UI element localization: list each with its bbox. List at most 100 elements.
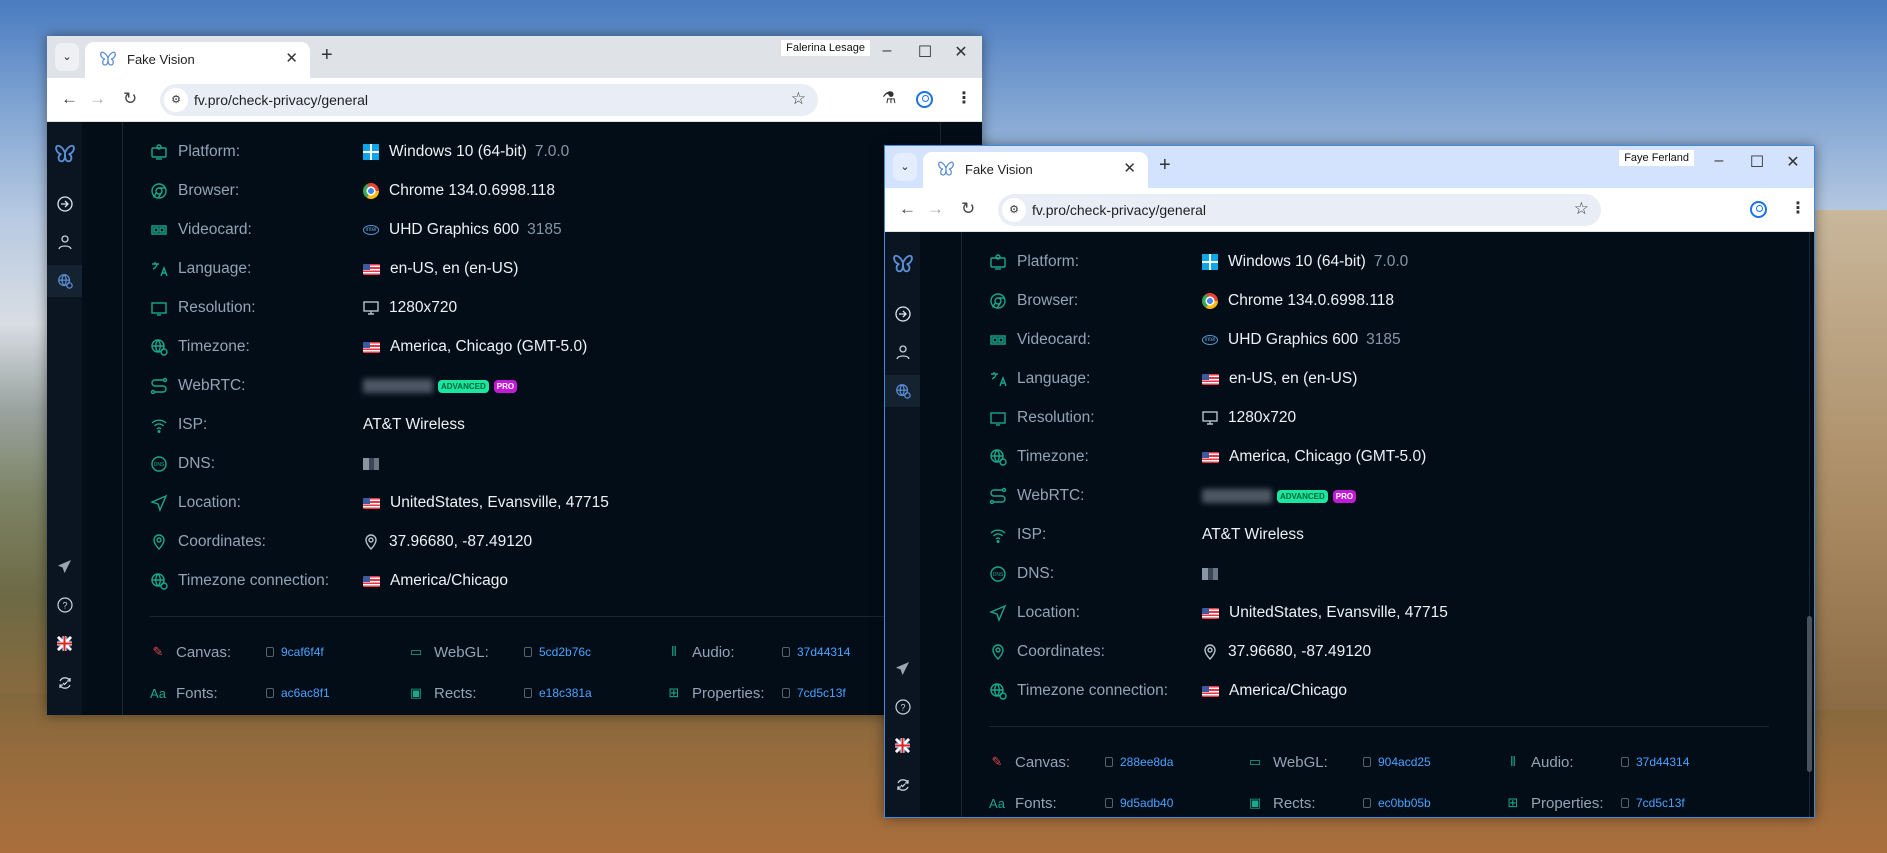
browser-tab[interactable]: Fake Vision ✕ xyxy=(85,42,310,78)
webrtc-ip-blurred xyxy=(1202,489,1272,503)
webrtc-ip-blurred xyxy=(363,379,433,393)
back-button[interactable]: ← xyxy=(61,89,78,109)
site-info-icon[interactable]: ⚙ xyxy=(1002,198,1026,222)
sidebar-user-button[interactable] xyxy=(885,336,920,368)
info-row-location: Location: UnitedStates, Evansville, 47715 xyxy=(962,601,1809,625)
fingerprint-fonts: Aa Fonts: 9d5adb40 xyxy=(989,793,1239,813)
fingerprint-hash[interactable]: 7cd5c13f xyxy=(1636,796,1685,810)
sidebar-globe-clock-button[interactable] xyxy=(47,265,82,297)
reload-button[interactable]: ↻ xyxy=(961,199,975,219)
row-value: America, Chicago (GMT-5.0) xyxy=(363,338,587,356)
labs-flask-icon[interactable]: ⚗ xyxy=(882,88,896,108)
address-bar[interactable]: ⚙ fv.pro/check-privacy/general ☆ xyxy=(160,84,818,116)
address-bar[interactable]: ⚙ fv.pro/check-privacy/general ☆ xyxy=(998,194,1601,226)
forward-button[interactable]: → xyxy=(89,89,106,109)
copy-icon[interactable] xyxy=(524,647,532,657)
site-info-icon[interactable]: ⚙ xyxy=(164,88,188,112)
sidebar-help-button[interactable]: ? xyxy=(885,691,920,723)
bookmark-star-icon[interactable]: ☆ xyxy=(791,89,806,109)
value-text: en-US, en (en-US) xyxy=(390,260,519,277)
fingerprint-hash[interactable]: 288ee8da xyxy=(1120,755,1173,769)
sidebar-uk-flag-button[interactable] xyxy=(885,729,920,761)
new-tab-button[interactable]: + xyxy=(321,44,333,67)
us-flag-icon xyxy=(1202,685,1219,697)
url-text[interactable]: fv.pro/check-privacy/general xyxy=(194,92,368,108)
row-label: ISP: xyxy=(1017,526,1047,543)
menu-dots-icon[interactable]: ⋮ xyxy=(956,88,972,108)
navigation-arrow-icon xyxy=(150,494,168,512)
svg-text:?: ? xyxy=(62,601,67,611)
tab-close-button[interactable]: ✕ xyxy=(285,49,298,67)
fingerprint-hash[interactable]: 37d44314 xyxy=(1636,755,1689,769)
value-secondary: 7.0.0 xyxy=(1373,253,1409,270)
maximize-button[interactable]: ☐ xyxy=(910,42,940,62)
info-row-timezone-connection: Timezone connection: America/Chicago xyxy=(962,679,1809,703)
tab-search-button[interactable]: ⌄ xyxy=(893,153,917,181)
sync-icon xyxy=(57,675,73,691)
sync-icon xyxy=(895,777,911,793)
copy-icon[interactable] xyxy=(1105,757,1113,767)
row-value: America, Chicago (GMT-5.0) xyxy=(1202,448,1426,466)
fingerprint-hash[interactable]: 7cd5c13f xyxy=(797,686,846,700)
info-row-resolution: Resolution: 1280x720 xyxy=(962,406,1809,430)
tab-close-button[interactable]: ✕ xyxy=(1123,159,1136,177)
intel-icon: intel xyxy=(1202,335,1218,345)
row-value: America/Chicago xyxy=(363,572,508,590)
sidebar-user-button[interactable] xyxy=(47,226,82,258)
menu-dots-icon[interactable]: ⋮ xyxy=(1790,198,1806,218)
minimize-button[interactable]: – xyxy=(1704,152,1734,170)
sidebar-sync-button[interactable] xyxy=(885,769,920,801)
sidebar-logo-butterfly-button[interactable] xyxy=(885,248,920,280)
chrome-icon xyxy=(1202,293,1218,309)
close-window-button[interactable]: ✕ xyxy=(1778,152,1808,172)
sidebar-telegram-button[interactable] xyxy=(885,652,920,684)
fingerprint-hash[interactable]: 5cd2b76c xyxy=(539,645,591,659)
fingerprint-hash[interactable]: 9d5adb40 xyxy=(1120,796,1173,810)
browser-tab[interactable]: Fake Vision ✕ xyxy=(923,152,1148,188)
row-value: Windows 10 (64-bit) 7.0.0 xyxy=(1202,253,1408,271)
copy-icon[interactable] xyxy=(1621,798,1629,808)
new-tab-button[interactable]: + xyxy=(1159,154,1171,177)
tab-strip: ⌄ Fake Vision ✕ + Faye Ferland – ☐ ✕ xyxy=(885,146,1814,188)
copy-icon[interactable] xyxy=(1621,757,1629,767)
sidebar-globe-clock-button[interactable] xyxy=(885,375,920,407)
sidebar-telegram-button[interactable] xyxy=(47,550,82,582)
monitor-icon xyxy=(1202,410,1218,426)
back-button[interactable]: ← xyxy=(899,199,916,219)
copy-icon[interactable] xyxy=(266,688,274,698)
fingerprint-hash[interactable]: e18c381a xyxy=(539,686,592,700)
fingerprint-hash[interactable]: 904acd25 xyxy=(1378,755,1431,769)
copy-icon[interactable] xyxy=(524,688,532,698)
value-text: Windows 10 (64-bit) xyxy=(389,143,527,160)
profile-avatar-icon[interactable] xyxy=(1750,201,1767,218)
scrollbar-thumb[interactable] xyxy=(1807,616,1812,772)
copy-icon[interactable] xyxy=(266,647,274,657)
copy-icon[interactable] xyxy=(1363,798,1371,808)
info-row-browser: Browser: Chrome 134.0.6998.118 xyxy=(962,289,1809,313)
profile-avatar-icon[interactable] xyxy=(916,91,933,108)
sidebar-uk-flag-button[interactable] xyxy=(47,627,82,659)
forward-button[interactable]: → xyxy=(927,199,944,219)
copy-icon[interactable] xyxy=(782,688,790,698)
bookmark-star-icon[interactable]: ☆ xyxy=(1574,199,1589,219)
reload-button[interactable]: ↻ xyxy=(123,89,137,109)
sidebar-login-arrow-button[interactable] xyxy=(885,298,920,330)
fingerprint-hash[interactable]: ec0bb05b xyxy=(1378,796,1431,810)
minimize-button[interactable]: – xyxy=(872,42,902,60)
sidebar-help-button[interactable]: ? xyxy=(47,589,82,621)
fingerprint-hash[interactable]: 9caf6f4f xyxy=(281,645,324,659)
close-window-button[interactable]: ✕ xyxy=(946,42,976,62)
section-divider xyxy=(989,726,1769,727)
sidebar-sync-button[interactable] xyxy=(47,667,82,699)
fingerprint-hash[interactable]: ac6ac8f1 xyxy=(281,686,330,700)
maximize-button[interactable]: ☐ xyxy=(1742,152,1772,172)
url-text[interactable]: fv.pro/check-privacy/general xyxy=(1032,202,1206,218)
fingerprint-hash[interactable]: 37d44314 xyxy=(797,645,850,659)
sidebar-logo-butterfly-button[interactable] xyxy=(47,138,82,170)
copy-icon[interactable] xyxy=(1105,798,1113,808)
copy-icon[interactable] xyxy=(782,647,790,657)
logo-butterfly-icon xyxy=(891,253,915,275)
sidebar-login-arrow-button[interactable] xyxy=(47,188,82,220)
copy-icon[interactable] xyxy=(1363,757,1371,767)
tab-search-button[interactable]: ⌄ xyxy=(55,43,79,71)
